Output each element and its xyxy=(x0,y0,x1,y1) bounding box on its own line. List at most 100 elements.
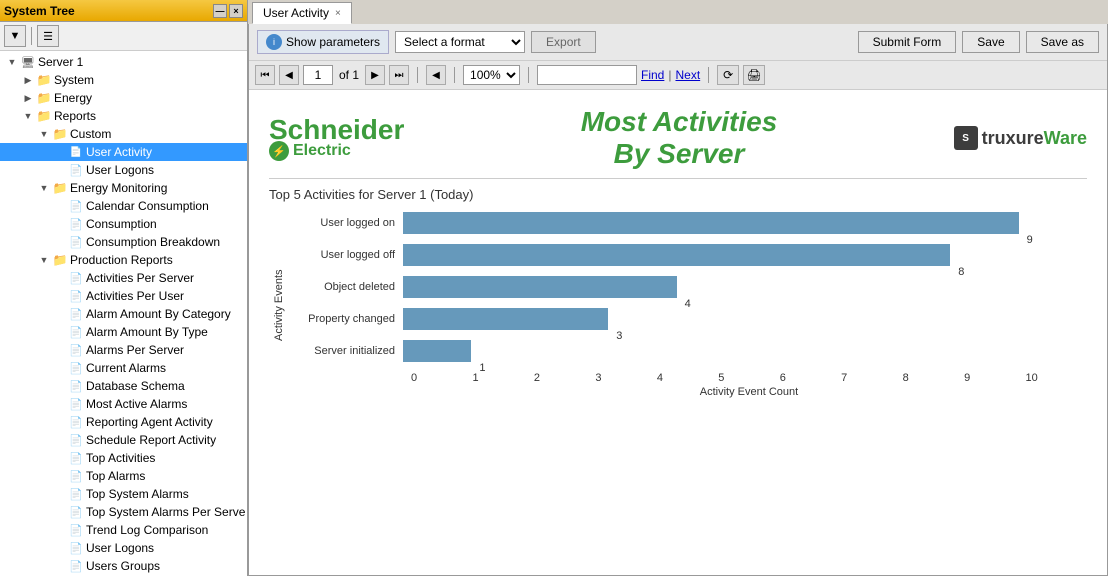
bar-row: Object deleted4 xyxy=(293,276,1087,298)
tree-node-top-system-alarms-per-serve[interactable]: 📄 Top System Alarms Per Serve xyxy=(0,503,247,521)
view-button[interactable]: ☰ xyxy=(37,25,59,47)
expand-energy[interactable]: ▶ xyxy=(20,90,36,106)
expand-production[interactable]: ▼ xyxy=(36,252,52,268)
tree-node-top-alarms[interactable]: 📄 Top Alarms xyxy=(0,467,247,485)
report-content: Schneider ⚡ Electric Most Activities By … xyxy=(249,90,1107,575)
tree-node-user-activity[interactable]: 📄 User Activity xyxy=(0,143,247,161)
bar-container: 8 xyxy=(403,244,1087,266)
page-number-input[interactable] xyxy=(303,65,333,85)
x-axis-ticks: 012345678910 xyxy=(411,372,1087,384)
print-button[interactable]: 🖨 xyxy=(743,65,765,85)
tree-node-alarm-amount-by-type[interactable]: 📄 Alarm Amount By Type xyxy=(0,323,247,341)
first-page-button[interactable]: ⏮ xyxy=(255,65,275,85)
report-toolbar: i Show parameters Select a format PDF Ex… xyxy=(249,24,1107,61)
bar-container: 9 xyxy=(403,212,1087,234)
panel-title-bar: System Tree — × xyxy=(0,0,247,22)
zoom-select[interactable]: 50% 75% 100% 125% 150% 200% xyxy=(463,65,520,85)
x-tick: 5 xyxy=(718,372,779,384)
expand-user-logons xyxy=(52,162,68,178)
expand-server1[interactable]: ▼ xyxy=(4,54,20,70)
save-button[interactable]: Save xyxy=(962,31,1019,53)
find-link[interactable]: Find xyxy=(641,68,664,82)
report-icon: 📄 xyxy=(68,522,84,538)
right-panel: User Activity × i Show parameters Select… xyxy=(248,0,1108,576)
title-icons: — × xyxy=(213,4,243,18)
find-separator: | xyxy=(668,68,671,82)
report-icon: 📄 xyxy=(68,540,84,556)
back-button[interactable]: ◀ xyxy=(426,65,446,85)
expand-system[interactable]: ▶ xyxy=(20,72,36,88)
tree-node-consumption[interactable]: 📄 Consumption xyxy=(0,215,247,233)
tree-node-server1[interactable]: ▼ 🖥 Server 1 xyxy=(0,53,247,71)
tab-close-button[interactable]: × xyxy=(335,8,341,19)
system-tree-panel: System Tree — × ▼ ☰ ▼ 🖥 Server 1 ▶ 📁 Sys… xyxy=(0,0,248,576)
expand-energy-monitoring[interactable]: ▼ xyxy=(36,180,52,196)
bar-label: Property changed xyxy=(293,313,403,325)
x-axis-label: Activity Event Count xyxy=(411,386,1087,398)
tree-node-activities-per-server[interactable]: 📄 Activities Per Server xyxy=(0,269,247,287)
tree-node-alarm-amount-by-category[interactable]: 📄 Alarm Amount By Category xyxy=(0,305,247,323)
tree-node-trend-log-comparison[interactable]: 📄 Trend Log Comparison xyxy=(0,521,247,539)
expand-custom[interactable]: ▼ xyxy=(36,126,52,142)
strux-text: truxureWare xyxy=(982,128,1087,149)
tree-label: Schedule Report Activity xyxy=(86,433,216,447)
tree-node-activities-per-user[interactable]: 📄 Activities Per User xyxy=(0,287,247,305)
tab-user-activity[interactable]: User Activity × xyxy=(252,2,352,24)
pin-icon[interactable]: — xyxy=(213,4,227,18)
tree-node-alarms-per-server[interactable]: 📄 Alarms Per Server xyxy=(0,341,247,359)
tree-node-schedule-report-activity[interactable]: 📄 Schedule Report Activity xyxy=(0,431,247,449)
report-icon: 📄 xyxy=(68,450,84,466)
exp xyxy=(52,342,68,358)
exp xyxy=(52,468,68,484)
tree-node-custom[interactable]: ▼ 📁 Custom xyxy=(0,125,247,143)
schneider-electric: ⚡ Electric xyxy=(269,141,404,161)
tree-node-database-schema[interactable]: 📄 Database Schema xyxy=(0,377,247,395)
tree-node-system[interactable]: ▶ 📁 System xyxy=(0,71,247,89)
expand-reports[interactable]: ▼ xyxy=(20,108,36,124)
expand-cons xyxy=(52,216,68,232)
folder-icon: 📁 xyxy=(36,108,52,124)
report-title: Most Activities By Server xyxy=(581,106,778,170)
exp xyxy=(52,378,68,394)
close-panel-icon[interactable]: × xyxy=(229,4,243,18)
tree-node-most-active-alarms[interactable]: 📄 Most Active Alarms xyxy=(0,395,247,413)
y-axis-label: Activity Events xyxy=(269,212,289,398)
chart-wrapper: Activity Events User logged on9User logg… xyxy=(269,212,1087,398)
report-icon: 📄 xyxy=(68,324,84,340)
refresh-button[interactable]: ⟳ xyxy=(717,65,739,85)
tree-node-consumption-breakdown[interactable]: 📄 Consumption Breakdown xyxy=(0,233,247,251)
show-params-button[interactable]: i Show parameters xyxy=(257,30,389,54)
next-page-button[interactable]: ▶ xyxy=(365,65,385,85)
tree-node-top-activities[interactable]: 📄 Top Activities xyxy=(0,449,247,467)
folder-icon: 📁 xyxy=(52,252,68,268)
report-icon: 📄 xyxy=(68,486,84,502)
tree-node-user-logons[interactable]: 📄 User Logons xyxy=(0,161,247,179)
export-button[interactable]: Export xyxy=(531,31,596,53)
next-link[interactable]: Next xyxy=(675,68,700,82)
tree-node-current-alarms[interactable]: 📄 Current Alarms xyxy=(0,359,247,377)
format-dropdown[interactable]: Select a format PDF Excel Word CSV xyxy=(395,31,525,53)
tree-node-users-groups[interactable]: 📄 Users Groups xyxy=(0,557,247,575)
tree-node-energy[interactable]: ▶ 📁 Energy xyxy=(0,89,247,107)
expand-user-activity xyxy=(52,144,68,160)
folder-icon: 📁 xyxy=(52,126,68,142)
prev-page-button[interactable]: ◀ xyxy=(279,65,299,85)
tree-node-energy-monitoring[interactable]: ▼ 📁 Energy Monitoring xyxy=(0,179,247,197)
tree-node-reporting-agent-activity[interactable]: 📄 Reporting Agent Activity xyxy=(0,413,247,431)
expand-cal xyxy=(52,198,68,214)
tree-node-reports[interactable]: ▼ 📁 Reports xyxy=(0,107,247,125)
tree-label-consumption: Consumption xyxy=(86,217,157,231)
save-as-button[interactable]: Save as xyxy=(1026,31,1099,53)
bar-fill xyxy=(403,340,471,362)
tree-node-production-reports[interactable]: ▼ 📁 Production Reports xyxy=(0,251,247,269)
tree-node-top-system-alarms[interactable]: 📄 Top System Alarms xyxy=(0,485,247,503)
filter-button[interactable]: ▼ xyxy=(4,25,26,47)
submit-form-button[interactable]: Submit Form xyxy=(858,31,957,53)
tree-node-user-logons2[interactable]: 📄 User Logons xyxy=(0,539,247,557)
report-icon: 📄 xyxy=(68,396,84,412)
search-input[interactable] xyxy=(537,65,637,85)
report-icon: 📄 xyxy=(68,432,84,448)
tree-node-calendar-consumption[interactable]: 📄 Calendar Consumption xyxy=(0,197,247,215)
tab-bar: User Activity × xyxy=(248,0,1108,24)
last-page-button[interactable]: ⏭ xyxy=(389,65,409,85)
